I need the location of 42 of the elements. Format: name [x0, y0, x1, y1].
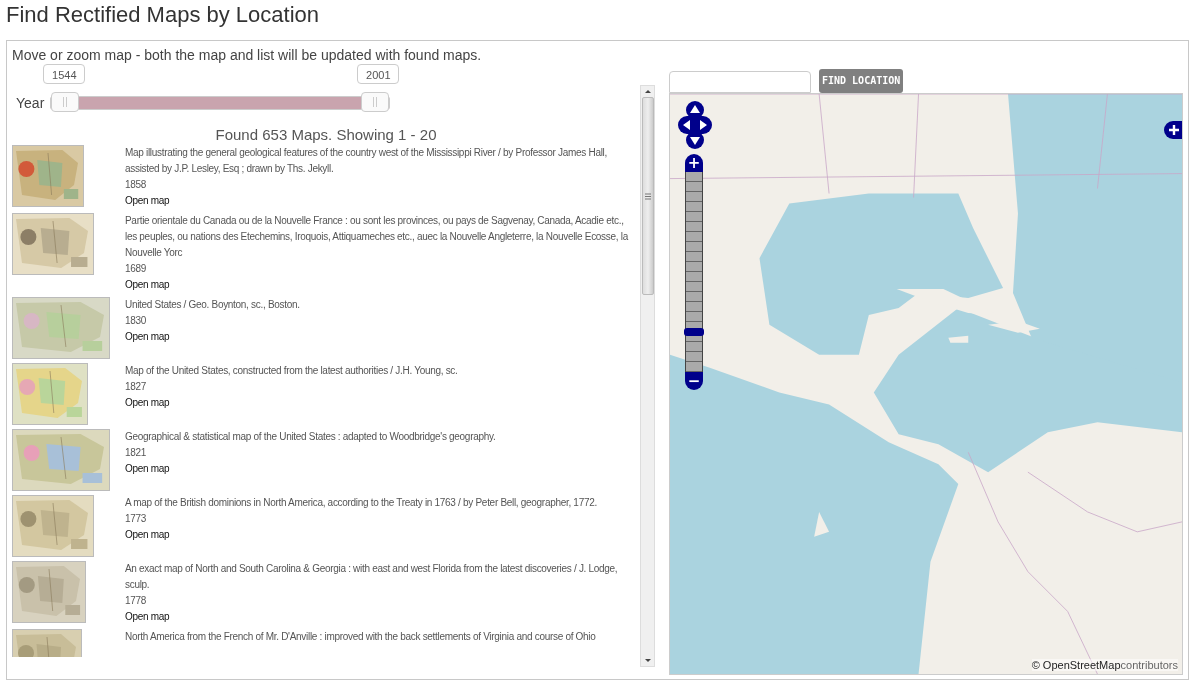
open-map-link[interactable]: Open map — [125, 527, 630, 543]
pan-control[interactable] — [678, 99, 712, 150]
year-value: 2001 — [357, 64, 400, 84]
attribution-link[interactable]: © OpenStreetMap — [1031, 659, 1121, 671]
map-year: 1778 — [125, 594, 148, 608]
layer-switcher-icon[interactable] — [1164, 120, 1182, 139]
open-map-link[interactable]: Open map — [125, 609, 630, 625]
location-field[interactable] — [669, 70, 811, 93]
map-year: 1858 — [125, 178, 148, 192]
map-view[interactable]: + − © OpenStreetMapcontributors — [669, 92, 1183, 675]
find-location-button[interactable]: FIND LOCATION — [819, 68, 904, 93]
map-title: North America from the French of Mr. D'Anville : improved with the back settlements of Virginia and course of Ohio — [125, 630, 597, 644]
open-map-link[interactable]: Open map — [125, 395, 630, 411]
map-title: A map of the British dominions in North America, according to the Treaty in 1763 / by Peter Bell, geographer, 1772. — [125, 496, 598, 510]
map-year: 1773 — [125, 512, 148, 526]
year-value: 1544 — [43, 64, 86, 84]
map-year: 1830 — [125, 314, 148, 328]
grip-icon — [644, 192, 651, 200]
open-map-link[interactable]: Open map — [125, 277, 630, 293]
year-label: Year — [16, 95, 45, 111]
scroll-down-icon[interactable] — [644, 659, 651, 662]
map-title: Partie orientale du Canada ou de la Nouvelle France : ou sont les provinces, ou pays de Sagvenay, Canada, Acadie etc., les peuples, ou nations des Etechemins, Iroquois, Attiquameches etc., auec la Nouvelle Angleterre, la Nouvelle Ecosse, la Nouvelle Yorc — [125, 214, 630, 260]
map-title: Map illustrating the general geological features of the country west of the Mississippi River / by Professor James Hall, assisted by J.P. Lesley, Esq ; drawn by Ths. Jekyll. — [125, 146, 608, 176]
map-year: 1827 — [125, 380, 148, 394]
map-title: United States / Geo. Boynton, sc., Boston. — [125, 298, 301, 312]
slider-handle[interactable] — [51, 92, 80, 112]
zoom-slider-handle[interactable] — [684, 327, 704, 336]
intro-text: Move or zoom map - both the map and list will be updated with found maps. — [12, 47, 483, 63]
scrollbar[interactable] — [640, 85, 655, 667]
attribution-text: contributors — [1120, 659, 1178, 671]
results-heading: Found 653 Maps. Showing 1 - 20 — [214, 125, 438, 145]
page-title: Find Rectified Maps by Location — [6, 1, 321, 29]
map-year: 1821 — [125, 446, 148, 460]
open-map-link[interactable]: Open map — [125, 461, 630, 477]
map-year: 1689 — [125, 262, 148, 276]
scroll-up-icon[interactable] — [644, 90, 651, 93]
map-title: An exact map of North and South Carolina & Georgia : with east and west Florida from the latest discoveries / J. Lodge, sculp. — [125, 562, 619, 592]
open-map-link[interactable]: Open map — [125, 329, 630, 345]
map-title: Geographical & statistical map of the United States : adapted to Woodbridge's geography. — [125, 430, 497, 444]
map-title: Map of the United States, constructed from the latest authorities / J.H. Young, sc. — [125, 364, 459, 378]
slider-handle[interactable] — [361, 92, 390, 112]
open-map-link[interactable]: Open map — [125, 193, 630, 209]
